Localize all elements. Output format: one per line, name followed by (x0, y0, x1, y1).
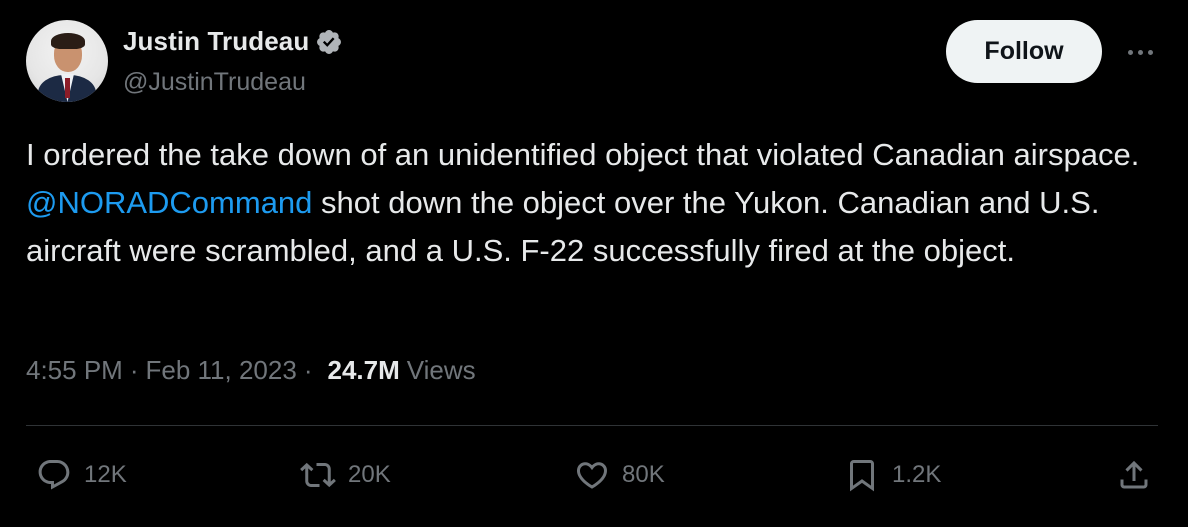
action-bar: 12K 20K 80K 1.2K (36, 450, 1152, 500)
tweet-header: Justin Trudeau @JustinTrudeau Follow (26, 20, 1158, 102)
more-options-button[interactable] (1122, 38, 1158, 66)
divider (26, 425, 1158, 426)
like-count: 80K (622, 461, 665, 488)
bookmark-icon (850, 460, 874, 492)
avatar-hair (51, 33, 85, 49)
author-name[interactable]: Justin Trudeau (123, 26, 309, 57)
reply-icon (38, 460, 70, 490)
meta-separator: · (129, 355, 139, 385)
avatar-tie (65, 78, 70, 98)
views-count: 24.7M (327, 355, 400, 385)
more-dot (1127, 49, 1133, 55)
more-dot (1147, 49, 1153, 55)
retweet-count: 20K (348, 461, 391, 488)
mention-link[interactable]: @NORADCommand (26, 185, 312, 220)
tweet-text-part: I ordered the take down of an unidentifi… (26, 137, 1140, 172)
follow-button[interactable]: Follow (946, 20, 1102, 83)
like-button[interactable]: 80K (574, 450, 665, 500)
meta-separator: · (303, 355, 313, 385)
views-label: Views (406, 355, 476, 385)
bookmark-count: 1.2K (892, 461, 942, 488)
tweet-date[interactable]: Feb 11, 2023 (146, 355, 297, 386)
tweet-meta: 4:55 PM · Feb 11, 2023 · 24.7M Views (26, 355, 476, 386)
author-name-row: Justin Trudeau (123, 26, 343, 57)
tweet-text: I ordered the take down of an unidentifi… (26, 131, 1161, 275)
share-icon (1120, 460, 1148, 489)
verified-badge-icon[interactable] (315, 28, 343, 56)
author-handle[interactable]: @JustinTrudeau (123, 68, 306, 97)
share-button[interactable] (1116, 450, 1152, 500)
retweet-button[interactable]: 20K (300, 450, 391, 500)
retweet-icon (300, 462, 336, 488)
avatar[interactable] (26, 20, 108, 102)
tweet-time[interactable]: 4:55 PM (26, 355, 123, 386)
more-dot (1137, 49, 1143, 55)
heart-icon (576, 462, 608, 489)
reply-count: 12K (84, 461, 127, 488)
bookmark-button[interactable]: 1.2K (844, 450, 941, 500)
reply-button[interactable]: 12K (36, 450, 127, 500)
